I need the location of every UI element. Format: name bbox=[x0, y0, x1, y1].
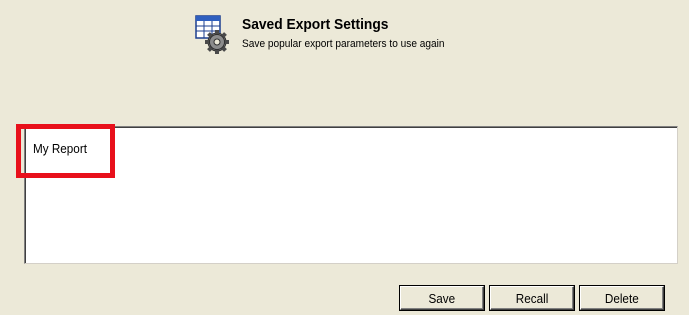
header-title: Saved Export Settings bbox=[242, 16, 389, 33]
delete-button-label: Delete bbox=[605, 290, 639, 306]
recall-button-label: Recall bbox=[515, 290, 549, 306]
list-item[interactable]: My Report bbox=[33, 141, 87, 156]
export-settings-header: Saved Export Settings Save popular expor… bbox=[190, 14, 530, 60]
delete-button[interactable]: Delete bbox=[580, 286, 664, 310]
save-button-label: Save bbox=[428, 290, 456, 306]
recall-button[interactable]: Recall bbox=[490, 286, 574, 310]
save-button[interactable]: Save bbox=[400, 286, 484, 310]
saved-settings-list[interactable]: My Report bbox=[24, 126, 678, 264]
table-gear-icon bbox=[195, 15, 229, 54]
header-subtitle: Save popular export parameters to use ag… bbox=[242, 38, 445, 50]
